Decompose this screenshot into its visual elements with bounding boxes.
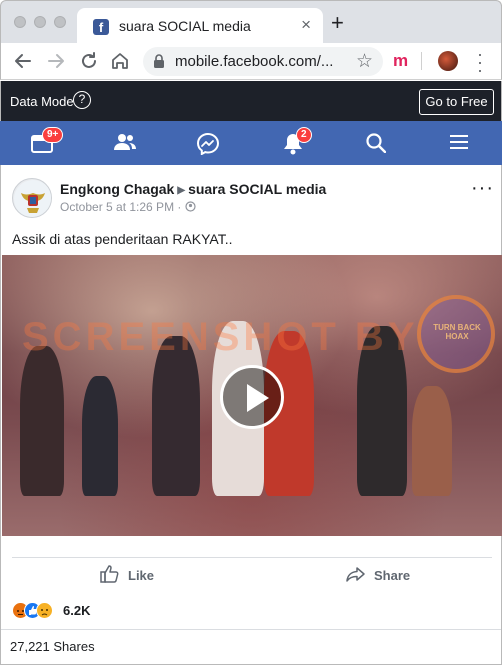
data-mode-bar: Data Mode ? Go to Free	[0, 81, 502, 121]
post-options-icon[interactable]: ···	[471, 178, 494, 198]
post-text: Assik di atas penderitaan RAKYAT..	[12, 231, 233, 247]
meta-separator: ·	[177, 200, 182, 214]
shares-count[interactable]: 27,221 Shares	[10, 639, 95, 654]
go-to-free-button[interactable]: Go to Free	[419, 89, 494, 115]
nav-search[interactable]	[346, 121, 406, 165]
group-name-link[interactable]: suara SOCIAL media	[188, 181, 326, 197]
nav-messenger[interactable]	[178, 121, 238, 165]
share-button[interactable]: Share	[346, 566, 426, 588]
notifications-badge: 2	[296, 127, 312, 143]
home-badge: 9+	[42, 127, 64, 143]
friends-icon	[114, 134, 136, 150]
bookmark-star-icon[interactable]: ☆	[356, 50, 373, 73]
post-actions: Like Share	[12, 557, 492, 594]
like-label: Like	[128, 568, 155, 583]
group-privacy-icon	[185, 201, 196, 212]
reload-icon[interactable]	[77, 49, 101, 73]
turnbackhoax-stamp: TURN BACK HOAX	[417, 295, 495, 373]
author-avatar[interactable]	[12, 178, 52, 218]
nav-friends[interactable]	[95, 121, 155, 165]
stamp-text: TURN BACK HOAX	[433, 323, 481, 341]
window-close-button[interactable]	[14, 16, 26, 28]
help-icon[interactable]: ?	[73, 91, 91, 109]
messenger-icon	[197, 133, 219, 155]
post-author-line: Engkong Chagak ▶ suara SOCIAL media	[60, 181, 326, 197]
forward-arrow-icon[interactable]	[44, 49, 68, 73]
tab-title: suara SOCIAL media	[119, 18, 251, 34]
url-text: mobile.facebook.com/...	[175, 53, 334, 70]
post-meta: October 5 at 1:26 PM ·	[60, 200, 196, 214]
author-name-link[interactable]: Engkong Chagak	[60, 181, 174, 197]
sad-reaction-icon	[36, 602, 53, 619]
video-figure	[152, 336, 200, 496]
data-mode-label: Data Mode	[10, 94, 74, 109]
profile-avatar-icon[interactable]	[438, 51, 458, 71]
browser-tab-strip: f suara SOCIAL media × +	[0, 0, 502, 44]
toolbar-divider	[421, 52, 422, 70]
nav-news-feed[interactable]: 9+	[12, 121, 72, 165]
nav-notifications[interactable]: 2	[263, 121, 323, 165]
thumbs-up-icon	[100, 565, 119, 583]
garuda-emblem-icon	[14, 180, 51, 217]
home-icon[interactable]	[108, 49, 132, 73]
window-maximize-button[interactable]	[54, 16, 66, 28]
video-figure	[412, 386, 452, 496]
video-watermark: SCREENSHOT BY	[22, 315, 419, 359]
post-card: Engkong Chagak ▶ suara SOCIAL media Octobe…	[0, 165, 502, 665]
video-figure	[82, 376, 118, 496]
tab-close-icon[interactable]: ×	[301, 16, 311, 34]
shares-divider	[1, 629, 501, 630]
back-arrow-icon[interactable]	[11, 49, 35, 73]
arrow-right-icon: ▶	[177, 185, 186, 196]
browser-tab[interactable]: f suara SOCIAL media ×	[77, 8, 323, 44]
browser-toolbar: mobile.facebook.com/... ☆ m · · ·	[0, 43, 502, 80]
window-minimize-button[interactable]	[34, 16, 46, 28]
video-figure	[20, 346, 64, 496]
post-video[interactable]: SCREENSHOT BY TURN BACK HOAX	[2, 255, 502, 536]
play-button[interactable]	[220, 365, 284, 429]
like-button[interactable]: Like	[100, 565, 180, 588]
post-timestamp[interactable]: October 5 at 1:26 PM	[60, 200, 174, 214]
facebook-favicon-icon: f	[93, 19, 109, 35]
lock-icon	[154, 54, 164, 68]
address-bar[interactable]: mobile.facebook.com/... ☆	[143, 47, 383, 76]
facebook-nav-bar: 9+ 2	[0, 121, 502, 165]
reaction-count: 6.2K	[63, 603, 91, 618]
browser-menu-icon[interactable]: · · ·	[477, 45, 483, 79]
menu-icon	[450, 135, 468, 149]
share-label: Share	[374, 568, 411, 583]
search-icon	[366, 133, 386, 153]
nav-menu[interactable]	[429, 121, 489, 165]
share-arrow-icon	[346, 567, 365, 582]
extension-m-icon[interactable]: m	[393, 51, 408, 71]
new-tab-button[interactable]: +	[331, 12, 344, 34]
